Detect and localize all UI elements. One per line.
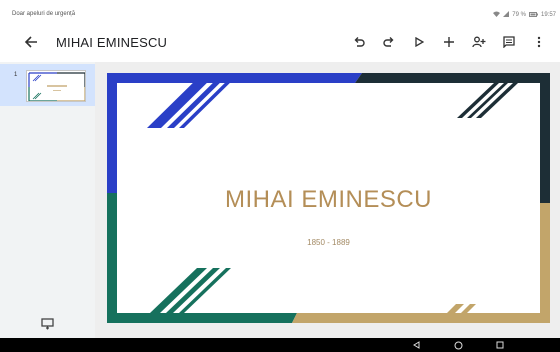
back-button[interactable] [20,31,42,53]
nav-back-button[interactable] [411,340,423,350]
back-arrow-icon [24,36,37,48]
wifi-icon [493,11,501,19]
battery-icon [528,11,538,19]
insert-button[interactable] [436,32,462,52]
slide-thumbnail-image [26,70,86,102]
battery-percent: 79 % [512,12,526,18]
document-title[interactable]: MIHAI EMINESCU [56,35,167,50]
redo-button[interactable] [376,32,402,52]
slide[interactable]: MIHAI EMINESCU 1850 - 1889 [107,73,550,323]
add-icon [444,37,454,47]
redo-icon [383,37,394,47]
nav-recents-icon [496,341,504,349]
system-nav-bar [0,338,560,352]
more-options-button[interactable] [526,32,552,52]
comments-icon [503,36,515,48]
undo-button[interactable] [346,32,372,52]
slide-subtitle[interactable]: 1850 - 1889 [107,238,550,247]
carrier-text: Doar apeluri de urgență [12,11,76,17]
app-bar: MIHAI EMINESCU [0,22,560,62]
nav-home-icon [454,341,462,349]
more-vert-icon [537,36,541,48]
new-slide-button[interactable] [38,316,56,332]
play-icon [415,37,424,47]
slide-thumbnail-1[interactable]: 1 [0,64,95,106]
share-person-icon [472,36,486,48]
clock: 19:57 [540,12,556,18]
nav-back-icon [413,341,420,349]
undo-icon [354,37,365,47]
nav-home-button[interactable] [452,340,464,350]
slide-canvas[interactable]: MIHAI EMINESCU 1850 - 1889 [95,62,560,338]
slide-number: 1 [14,72,18,78]
present-button[interactable] [406,32,432,52]
add-slide-icon [40,318,54,330]
nav-recents-button[interactable] [494,340,506,350]
share-button[interactable] [466,32,492,52]
slide-thumbnail-panel: 1 [0,62,95,338]
status-indicators: 79 % 19:57 [493,11,556,19]
signal-icon [503,11,510,19]
status-bar: Doar apeluri de urgență 79 % 19:57 [0,0,560,22]
toolbar [342,32,552,52]
comments-button[interactable] [496,32,522,52]
slide-title[interactable]: MIHAI EMINESCU [107,186,550,214]
